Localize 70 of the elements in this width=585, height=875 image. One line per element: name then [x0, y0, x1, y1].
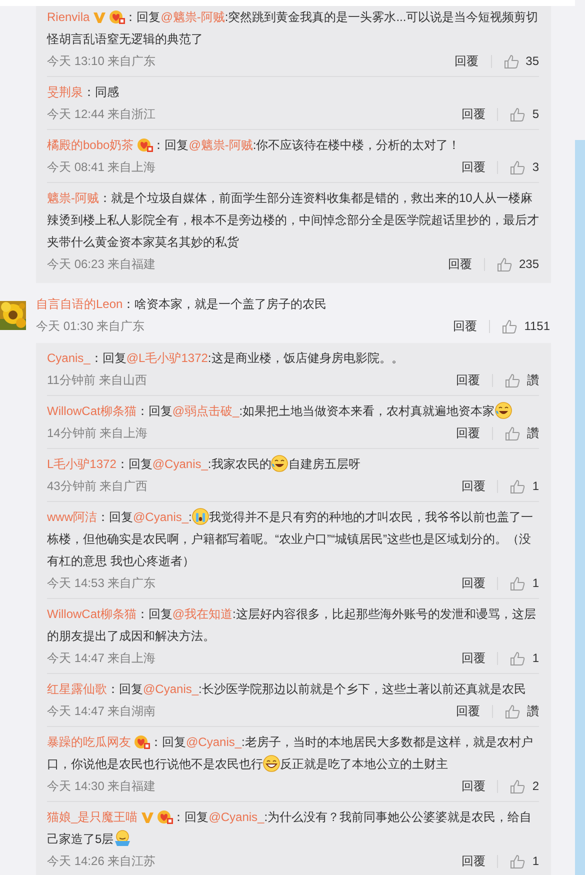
like-count[interactable]: 1 [532, 475, 539, 497]
like-count[interactable]: 235 [518, 253, 539, 275]
thumbs-up-icon [496, 256, 512, 272]
comment-text: 魑祟-阿贼：就是个垃圾自媒体，前面学生部分连资料收集都是错的，救出来的10人从一楼麻辣烫到楼上私人影院全有，根本不是旁边楼的，中间悼念部分全是医学院超话里抄的，最后才夹带什么黄金资本家莫名其妙的私货 [47, 190, 539, 251]
timestamp: 今天 06:23 来自福建 [47, 256, 157, 273]
crying-face-icon [192, 508, 209, 525]
timestamp: 今天 14:47 来自上海 [47, 650, 157, 667]
thumbs-up-icon [510, 576, 526, 590]
thumbs-up-icon [502, 318, 518, 334]
thumbs-up-icon [510, 160, 526, 174]
comment-text: Cyanis_：回复@L毛小驴1372:这是商业楼，饭店健身房电影院。。 [47, 350, 404, 367]
reply-link[interactable]: 回覆 [461, 103, 486, 125]
thumbs-up-icon [505, 372, 520, 388]
reply-link[interactable]: 回覆 [453, 315, 478, 337]
reply-link[interactable]: 回覆 [456, 422, 480, 444]
like-count[interactable]: 讚 [527, 369, 539, 391]
thumbs-up-icon [510, 650, 526, 666]
reply-link[interactable]: 回覆 [456, 369, 480, 391]
reply-link[interactable]: 回覆 [456, 700, 480, 722]
thumbs-up-icon [510, 854, 526, 868]
reply-link[interactable]: 回覆 [461, 475, 486, 497]
comment-text: 猫娘_是只魔王喵 ：回复@Cyanis_:为什么没有？我前同事她公公婆婆就是农民，给自己家造了5层 [47, 809, 533, 849]
thumbs-up-icon [510, 106, 526, 122]
timestamp: 今天 12:44 来自浙江 [47, 106, 157, 123]
comment-text: 橘殿的bobo奶茶 ：回复@魑祟-阿贼:你不应该待在楼中楼，分析的太对了！ [47, 137, 462, 154]
reply-link[interactable]: 回覆 [461, 572, 486, 594]
reply-link[interactable]: 回覆 [461, 647, 486, 669]
timestamp: 今天 01:30 来自广东 [36, 318, 146, 335]
timestamp: 今天 14:53 来自广东 [47, 575, 157, 592]
comment-text: 红星露仙歌：回复@Cyanis_:长沙医学院那边以前就是个乡下，这些土著以前还真就是农民 [47, 681, 527, 698]
timestamp: 14分钟前 来自上海 [47, 425, 149, 442]
comment-text: 旻荆泉：同感 [47, 84, 120, 101]
timestamp: 今天 08:41 来自上海 [47, 159, 157, 176]
timestamp: 今天 14:26 来自江苏 [47, 853, 157, 870]
like-count[interactable]: 1 [532, 572, 539, 594]
comment-text: L毛小驴1372：回复@Cyanis_:我家农民的 自建房五层呀 [47, 454, 362, 474]
reply-link[interactable]: 回覆 [454, 50, 479, 72]
comment-text: WillowCat柳条猫：回复@我在知道:这层好内容很多，比起那些海外账号的发泄和谩骂，这层的朋友提出了成因和解决方法。 [47, 606, 537, 645]
like-count[interactable]: 35 [526, 50, 539, 72]
like-count[interactable]: 5 [532, 103, 539, 125]
thumbs-up-icon [505, 704, 520, 718]
like-count[interactable]: 2 [532, 775, 539, 797]
like-count[interactable]: 1 [532, 647, 539, 669]
like-count[interactable]: 1151 [524, 315, 550, 337]
timestamp: 今天 14:47 来自湖南 [47, 703, 157, 720]
reply-link[interactable]: 回覆 [461, 156, 486, 178]
timestamp: 11分钟前 来自山西 [47, 372, 148, 389]
shrug-face-icon [114, 830, 131, 847]
like-count[interactable]: 3 [532, 156, 539, 178]
comment-text: 暴躁的吃瓜网友 ：回复@Cyanis_:老房子，当时的本地居民大多数都是这样，就是农村户口，你说他是农民也行说他不是农民也行 反正就是吃了本地公立的土财主 [47, 734, 534, 774]
timestamp: 今天 14:30 来自福建 [47, 778, 157, 795]
timestamp: 43分钟前 来自广西 [47, 478, 149, 495]
thumbs-up-icon [505, 426, 520, 440]
reply-link[interactable]: 回覆 [461, 850, 486, 872]
thumbs-up-icon [504, 54, 519, 68]
like-count[interactable]: 1 [532, 850, 539, 872]
timestamp: 今天 13:10 来自广东 [47, 53, 157, 70]
thumbs-up-icon [510, 778, 526, 794]
thumbs-up-icon [510, 478, 526, 494]
comment-text: Rienvila ：回复@魑祟-阿贼:突然跳到黄金我真的是一头雾水...可以说是当今短视频剪切怪胡言乱语窒无逻辑的典范了 [47, 9, 539, 48]
reply-link[interactable]: 回覆 [448, 253, 472, 275]
like-count[interactable]: 讚 [527, 422, 539, 444]
reply-link[interactable]: 回覆 [461, 775, 486, 797]
laughing-face-icon [271, 455, 288, 472]
comment-text: www阿洁：回复@Cyanis_: 我觉得并不是只有穷的种地的才叫农民，我爷爷以前也盖了一栋楼，但他确实是农民啊，户籍都写着呢。“农业户口”“城镇居民”这些也是区域划分的。（没有杠的意思 我也心疼逝者） [47, 507, 534, 570]
comment-text: WillowCat柳条猫：回复@弱点击破_:如果把土地当做资本来看，农村真就遍地资本家 [47, 400, 539, 422]
laughing-face-icon [494, 402, 512, 419]
like-count[interactable]: 讚 [527, 700, 539, 722]
comment-text: 自言自语的Leon：啥资本家，就是一个盖了房子的农民 [36, 296, 328, 313]
laughing-face-icon [263, 755, 280, 772]
